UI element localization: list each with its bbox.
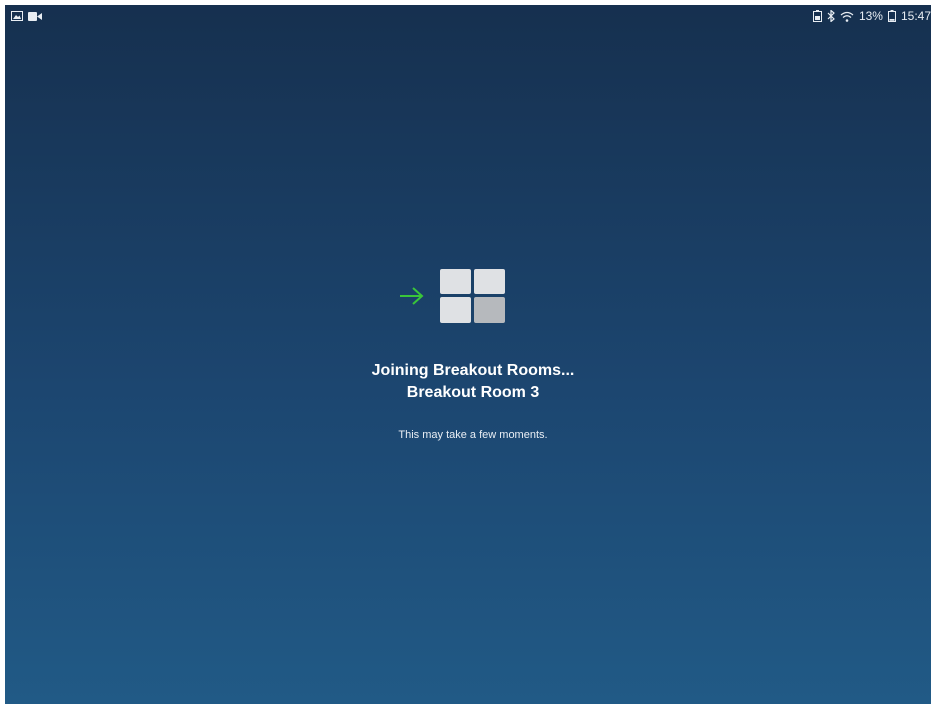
room-tile: [440, 297, 471, 323]
room-tile-active: [474, 297, 505, 323]
joining-title: Joining Breakout Rooms...: [371, 362, 575, 379]
room-tile: [440, 269, 471, 294]
arrow-right-icon: [398, 285, 426, 307]
breakout-rooms-icon: [440, 269, 505, 323]
room-name: Breakout Room 3: [406, 384, 540, 401]
room-tile: [474, 269, 505, 294]
breakout-room-joining-screen: 13% 15:47 Joining Breakout Rooms... Brea…: [5, 5, 931, 704]
wait-message: This may take a few moments.: [398, 429, 548, 441]
joining-content: Joining Breakout Rooms... Breakout Room …: [5, 5, 931, 704]
